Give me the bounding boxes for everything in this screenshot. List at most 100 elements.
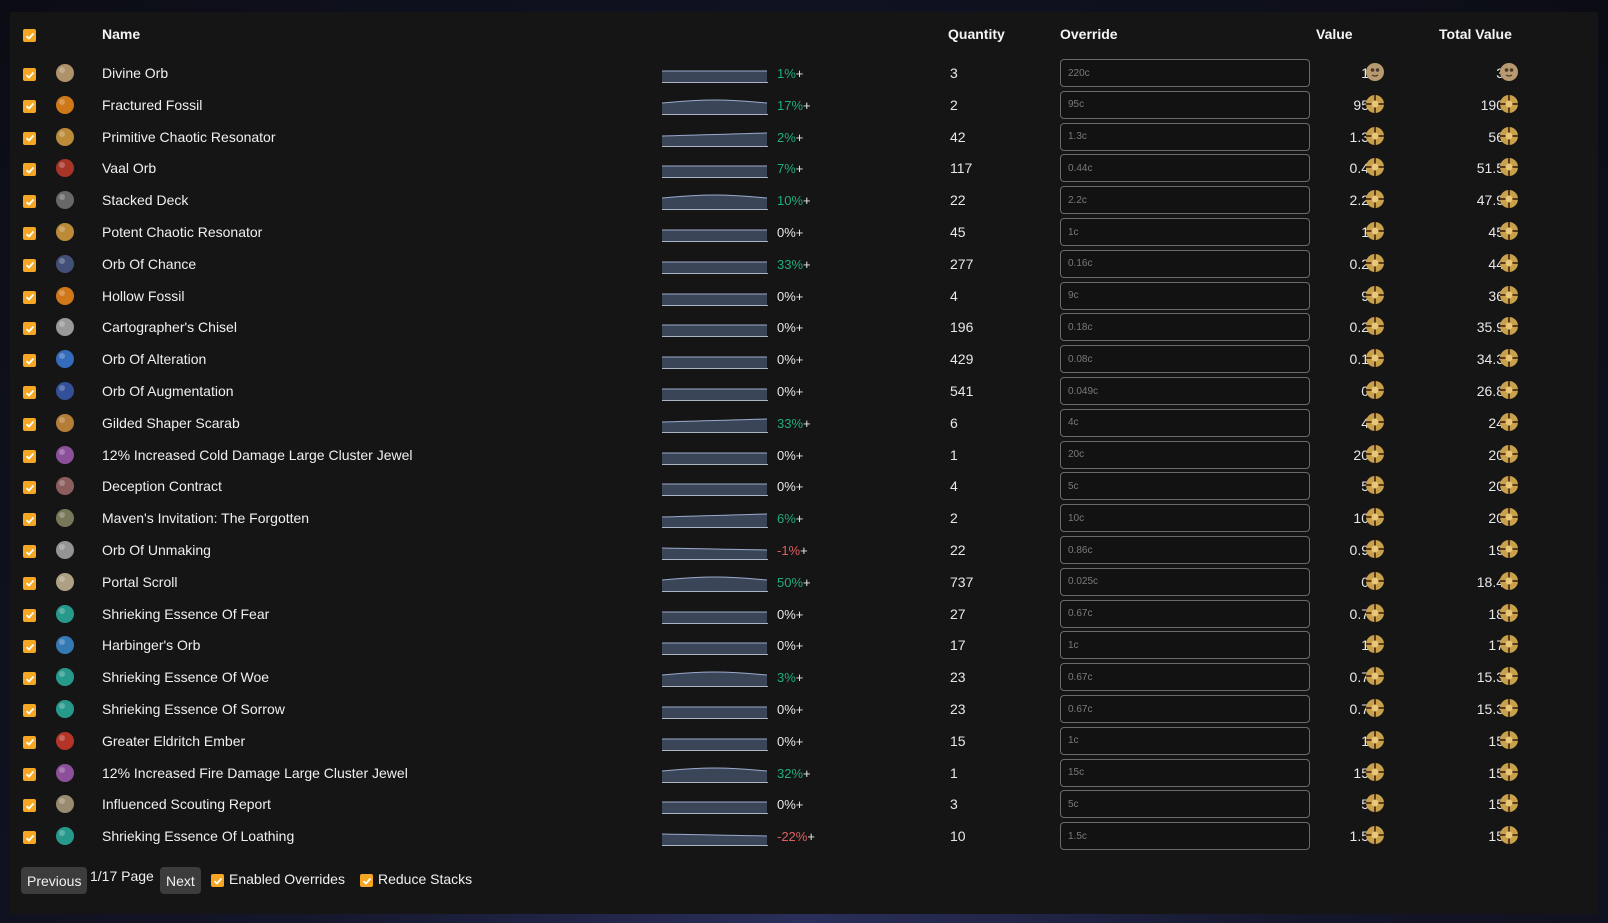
override-input[interactable]: 5c	[1060, 790, 1310, 819]
row-checkbox[interactable]	[23, 163, 36, 177]
chaos-orb-icon	[1498, 284, 1520, 306]
expand-plus-icon[interactable]: +	[800, 543, 808, 558]
row-checkbox[interactable]	[23, 513, 36, 527]
expand-plus-icon[interactable]: +	[803, 416, 811, 431]
override-input[interactable]: 0.67c	[1060, 663, 1310, 692]
expand-plus-icon[interactable]: +	[796, 448, 804, 463]
sparkline-area	[662, 767, 767, 783]
row-checkbox[interactable]	[23, 831, 36, 845]
row-checkbox[interactable]	[23, 354, 36, 368]
expand-plus-icon[interactable]: +	[796, 607, 804, 622]
expand-plus-icon[interactable]: +	[796, 511, 804, 526]
reduce-stacks-label[interactable]: Reduce Stacks	[378, 871, 472, 887]
row-checkbox[interactable]	[23, 576, 36, 590]
row-checkbox[interactable]	[23, 767, 36, 781]
chaos-orb-icon	[1498, 697, 1520, 719]
expand-plus-icon[interactable]: +	[803, 98, 811, 113]
override-input[interactable]: 1.5c	[1060, 822, 1310, 851]
override-input[interactable]: 10c	[1060, 504, 1310, 533]
price-sparkline	[662, 738, 768, 751]
override-input[interactable]: 1.3c	[1060, 122, 1310, 151]
header-quantity[interactable]: Quantity	[948, 26, 1005, 42]
expand-plus-icon[interactable]: +	[796, 638, 804, 653]
cluster-jewel-icon	[53, 761, 77, 785]
override-input[interactable]: 4c	[1060, 408, 1310, 437]
override-input[interactable]: 15c	[1060, 758, 1310, 787]
item-quantity: 4	[950, 478, 958, 495]
override-input[interactable]: 0.44c	[1060, 154, 1310, 183]
header-value[interactable]: Value	[1316, 26, 1353, 42]
row-checkbox[interactable]	[23, 799, 36, 813]
row-checkbox[interactable]	[23, 258, 36, 272]
item-quantity: 6	[950, 414, 958, 431]
item-quantity: 1	[950, 446, 958, 463]
row-checkbox[interactable]	[23, 99, 36, 113]
expand-plus-icon[interactable]: +	[796, 66, 804, 81]
override-input[interactable]: 0.049c	[1060, 377, 1310, 405]
override-input[interactable]: 0.025c	[1060, 567, 1310, 596]
price-change: 0%+	[777, 702, 803, 717]
expand-plus-icon[interactable]: +	[796, 130, 804, 145]
row-checkbox[interactable]	[23, 68, 36, 81]
select-all-checkbox[interactable]	[23, 29, 36, 42]
enabled-overrides-label[interactable]: Enabled Overrides	[229, 871, 345, 887]
chaos-orb-icon	[1364, 506, 1386, 528]
row-checkbox[interactable]	[23, 290, 36, 304]
row-checkbox[interactable]	[23, 417, 36, 431]
reduce-stacks-checkbox[interactable]	[360, 874, 373, 887]
override-input[interactable]: 2.2c	[1060, 186, 1310, 215]
override-input[interactable]: 0.67c	[1060, 599, 1310, 628]
expand-plus-icon[interactable]: +	[796, 384, 804, 399]
override-input[interactable]: 1c	[1060, 631, 1310, 660]
expand-plus-icon[interactable]: +	[796, 320, 804, 335]
sparkline-area	[662, 484, 767, 497]
row-checkbox[interactable]	[23, 131, 36, 145]
override-input[interactable]: 0.18c	[1060, 313, 1310, 342]
override-input[interactable]: 5c	[1060, 472, 1310, 501]
row-checkbox[interactable]	[23, 195, 36, 209]
header-total-value[interactable]: Total Value	[1439, 26, 1512, 42]
row-checkbox[interactable]	[23, 704, 36, 717]
override-input[interactable]: 20c	[1060, 440, 1310, 469]
row-checkbox[interactable]	[23, 608, 36, 622]
expand-plus-icon[interactable]: +	[796, 225, 804, 240]
row-checkbox[interactable]	[23, 481, 36, 495]
row-checkbox[interactable]	[23, 672, 36, 686]
expand-plus-icon[interactable]: +	[796, 352, 804, 367]
expand-plus-icon[interactable]: +	[796, 734, 804, 749]
expand-plus-icon[interactable]: +	[796, 702, 804, 717]
expand-plus-icon[interactable]: +	[803, 257, 811, 272]
row-checkbox[interactable]	[23, 449, 36, 463]
override-input[interactable]: 95c	[1060, 90, 1310, 119]
expand-plus-icon[interactable]: +	[803, 575, 811, 590]
expand-plus-icon[interactable]: +	[796, 797, 804, 812]
expand-plus-icon[interactable]: +	[796, 479, 804, 494]
next-button[interactable]: Next	[160, 867, 201, 894]
enabled-overrides-checkbox[interactable]	[211, 874, 224, 887]
price-change-value: 10%	[777, 193, 804, 209]
header-override[interactable]: Override	[1060, 26, 1118, 42]
expand-plus-icon[interactable]: +	[796, 289, 804, 304]
override-input[interactable]: 9c	[1060, 281, 1310, 310]
override-input[interactable]: 0.08c	[1060, 345, 1310, 374]
row-checkbox[interactable]	[23, 545, 36, 558]
override-input[interactable]: 1c	[1060, 726, 1310, 755]
row-checkbox[interactable]	[23, 322, 36, 336]
chaos-orb-icon	[1364, 729, 1386, 751]
header-name[interactable]: Name	[102, 26, 140, 42]
override-input[interactable]: 0.86c	[1060, 536, 1310, 564]
expand-plus-icon[interactable]: +	[803, 766, 811, 781]
previous-button[interactable]: Previous	[21, 867, 88, 894]
row-checkbox[interactable]	[23, 640, 36, 654]
expand-plus-icon[interactable]: +	[796, 161, 804, 176]
expand-plus-icon[interactable]: +	[807, 829, 815, 844]
row-checkbox[interactable]	[23, 227, 36, 240]
expand-plus-icon[interactable]: +	[796, 670, 804, 685]
override-input[interactable]: 1c	[1060, 218, 1310, 246]
row-checkbox[interactable]	[23, 386, 36, 399]
override-input[interactable]: 220c	[1060, 59, 1310, 87]
override-input[interactable]: 0.16c	[1060, 249, 1310, 278]
override-input[interactable]: 0.67c	[1060, 695, 1310, 723]
row-checkbox[interactable]	[23, 735, 36, 749]
expand-plus-icon[interactable]: +	[803, 193, 811, 208]
